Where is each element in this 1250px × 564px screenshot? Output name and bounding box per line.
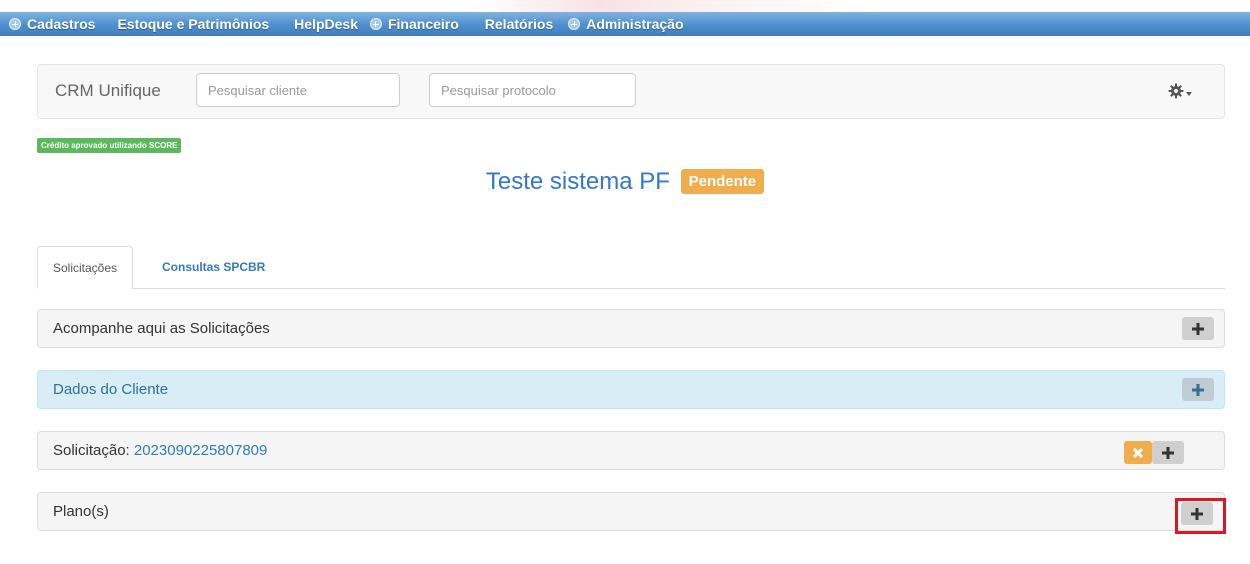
menu-item-administracao[interactable]: Administração [568,16,684,32]
menu-item-label: Financeiro [387,16,459,32]
menu-item-estoque[interactable]: Estoque e Patrimônios [117,16,269,32]
menu-item-helpdesk[interactable]: HelpDesk [294,16,358,32]
plus-circle-icon [369,18,382,30]
gear-icon [1168,83,1184,99]
close-icon [1133,447,1143,458]
panel-client-data: Dados do Cliente [37,370,1225,409]
panel-request: Solicitação: 2023090225807809 [37,431,1225,470]
panel-title: Solicitação: 2023090225807809 [53,442,267,459]
plus-icon [1162,446,1174,459]
expand-client-data-button[interactable] [1182,378,1214,401]
menu-item-cadastros[interactable]: Cadastros [9,16,95,32]
plus-circle-icon [568,18,581,30]
menu-item-financeiro[interactable]: Financeiro [369,16,459,32]
expand-tracking-button[interactable] [1182,317,1214,340]
client-name: Teste sistema PF [485,168,670,195]
panel-title: Plano(s) [53,503,109,520]
tab-bar: Solicitações Consultas SPCBR [37,246,1225,289]
status-badge: Pendente [680,169,765,194]
menu-item-label: HelpDesk [294,16,358,32]
expand-request-button[interactable] [1152,441,1184,464]
menu-item-label: Relatórios [484,16,554,32]
plus-icon [1192,383,1204,396]
tab-consultas-spcbr[interactable]: Consultas SPCBR [147,246,280,289]
client-header: Teste sistema PF Pendente [0,168,1250,196]
request-number-link[interactable]: 2023090225807809 [134,442,267,459]
crm-brand[interactable]: CRM Unifique [55,81,161,101]
menu-item-label: Cadastros [27,16,96,32]
crm-navbar: CRM Unifique [37,64,1225,119]
menu-item-label: Administração [586,16,684,32]
panel-title: Dados do Cliente [53,381,169,398]
plus-circle-icon [9,18,21,30]
menu-item-relatorios[interactable]: Relatórios [485,16,553,32]
remove-request-button[interactable] [1124,441,1152,464]
panel-title: Acompanhe aqui as Solicitações [53,320,270,337]
menu-item-label: Estoque e Patrimônios [117,16,270,32]
panel-tracking: Acompanhe aqui as Solicitações [37,309,1225,348]
panel-plans: Plano(s) [37,492,1225,531]
credit-approved-badge: Crédito aprovado utilizando SCORE [37,138,182,153]
plus-icon [1192,322,1204,335]
settings-dropdown[interactable] [1168,80,1198,102]
tab-solicitacoes[interactable]: Solicitações [37,246,134,289]
request-label: Solicitação: [53,442,134,459]
top-accent-strip [0,0,1250,12]
search-client-input[interactable] [196,73,400,107]
chevron-down-icon [1186,92,1192,96]
main-menu-bar: Cadastros Estoque e Patrimônios HelpDesk… [0,12,1250,36]
highlight-box [1175,498,1226,534]
search-protocol-input[interactable] [429,73,636,107]
